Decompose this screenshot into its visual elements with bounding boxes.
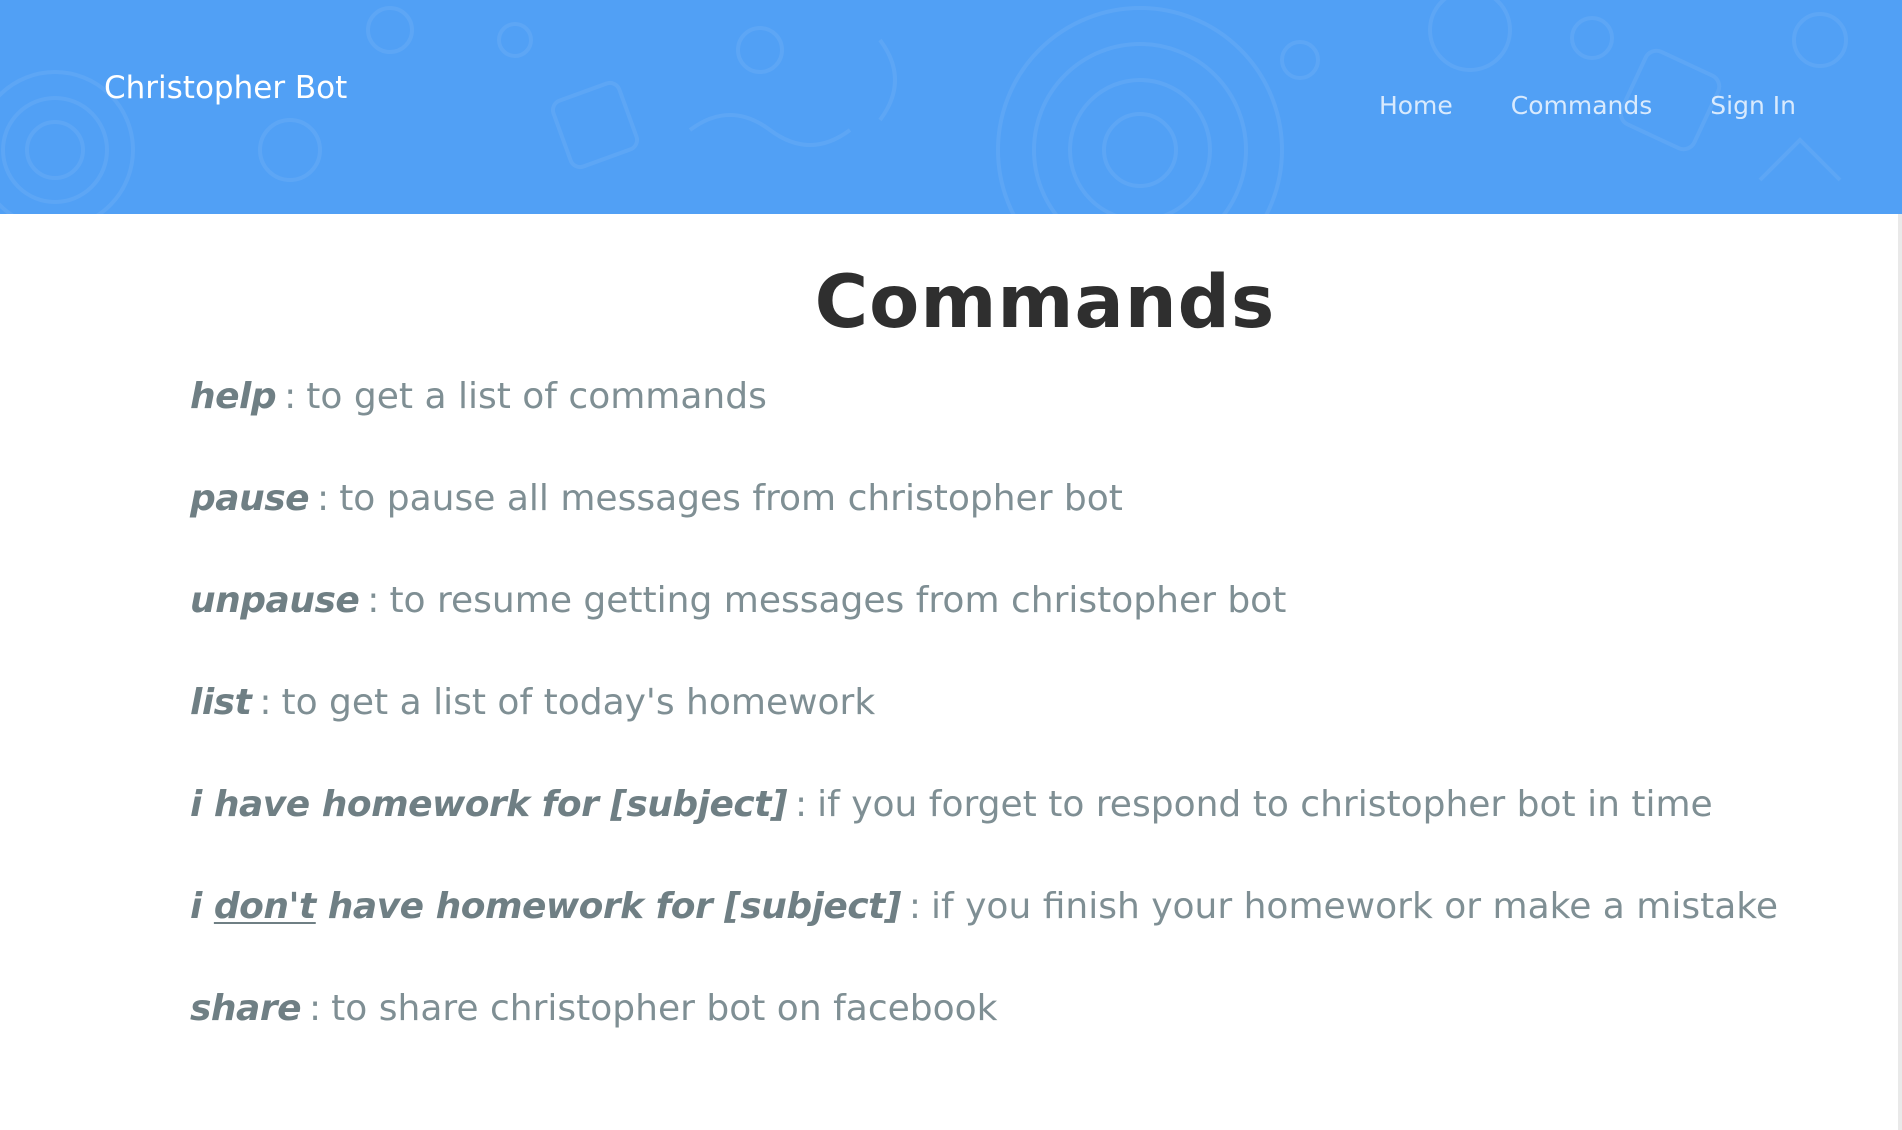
command-item-help: help : to get a list of commands — [190, 372, 1778, 474]
command-name-part: have homework for [subject] — [315, 886, 902, 927]
command-description: to get a list of today's homework — [281, 682, 876, 723]
command-separator: : — [284, 376, 297, 417]
command-description: to pause all messages from christopher b… — [339, 478, 1123, 519]
command-item-list: list : to get a list of today's homework — [190, 678, 1778, 780]
command-item-pause: pause : to pause all messages from chris… — [190, 474, 1778, 576]
command-separator: : — [367, 580, 380, 621]
command-name: share — [190, 988, 302, 1029]
command-separator: : — [908, 886, 921, 927]
command-list: help : to get a list of commands pause :… — [190, 372, 1778, 1086]
nav-home[interactable]: Home — [1379, 86, 1453, 126]
command-name-emphasis: don't — [213, 886, 316, 927]
brand-logo-text[interactable]: Christopher Bot — [104, 66, 347, 110]
command-description: if you forget to respond to christopher … — [817, 784, 1713, 825]
site-header: Christopher Bot Home Commands Sign In — [0, 0, 1902, 214]
command-description: to resume getting messages from christop… — [389, 580, 1287, 621]
command-description: to share christopher bot on facebook — [331, 988, 998, 1029]
page-title: Commands — [814, 260, 1276, 345]
command-separator: : — [259, 682, 272, 723]
nav-sign-in[interactable]: Sign In — [1710, 86, 1796, 126]
command-name: unpause — [190, 580, 360, 621]
nav-commands[interactable]: Commands — [1511, 86, 1653, 126]
command-name-part: i — [190, 886, 214, 927]
command-name: help — [190, 376, 277, 417]
command-separator: : — [794, 784, 808, 825]
command-name: i have homework for [subject] — [190, 784, 787, 825]
command-item-share: share : to share christopher bot on face… — [190, 984, 1778, 1086]
command-name: i don't have homework for [subject] — [190, 882, 901, 932]
command-item-dont-have-homework: i don't have homework for [subject] : if… — [190, 882, 1778, 984]
scrollbar-track[interactable] — [1898, 214, 1902, 1130]
command-item-unpause: unpause : to resume getting messages fro… — [190, 576, 1778, 678]
command-separator: : — [309, 988, 322, 1029]
command-name: list — [190, 682, 252, 723]
command-description: to get a list of commands — [306, 376, 767, 417]
command-separator: : — [317, 478, 330, 519]
command-item-have-homework: i have homework for [subject] : if you f… — [190, 780, 1778, 882]
command-name: pause — [190, 478, 310, 519]
command-description: if you finish your homework or make a mi… — [931, 886, 1779, 927]
main-nav: Home Commands Sign In — [1379, 86, 1796, 126]
